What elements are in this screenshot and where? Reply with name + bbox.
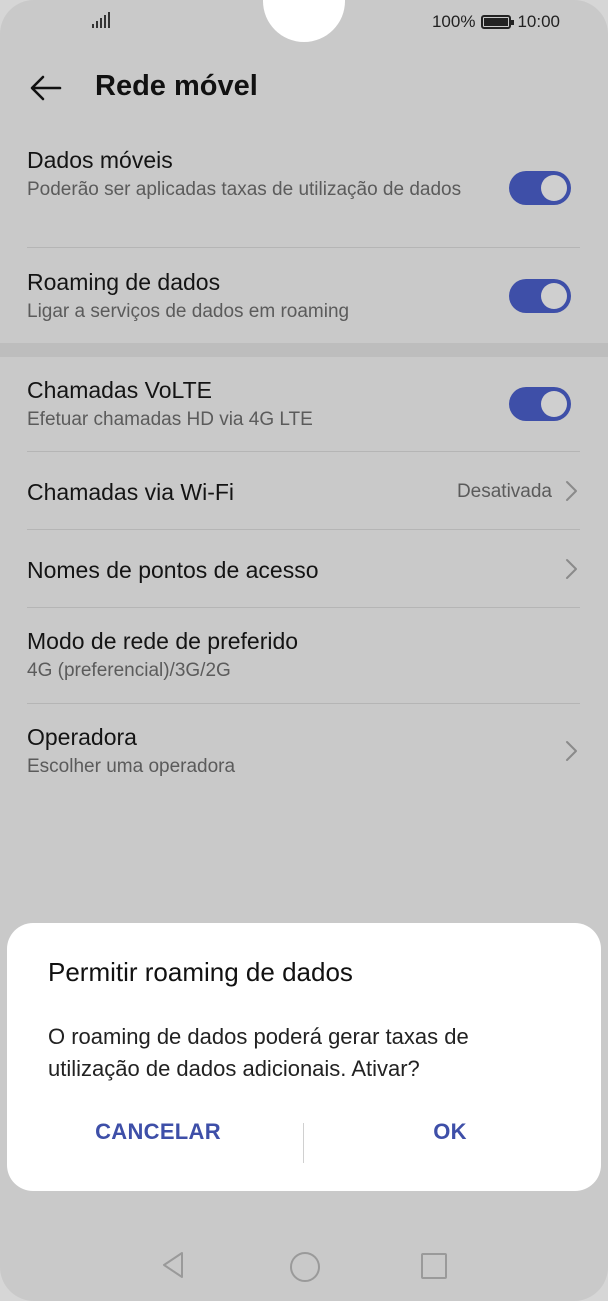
setting-network-mode[interactable]: Modo de rede de preferido 4G (preferenci… [27,626,580,684]
setting-title: Operadora [27,724,137,750]
ok-button[interactable]: OK [350,1119,550,1145]
volte-toggle[interactable] [509,387,571,421]
setting-data-roaming[interactable]: Roaming de dados Ligar a serviços de dad… [27,267,580,325]
nav-recents-icon[interactable] [421,1253,447,1279]
setting-title: Modo de rede de preferido [27,628,299,654]
divider [27,607,580,608]
setting-title: Roaming de dados [27,269,221,295]
signal-icon [92,12,112,28]
data-roaming-toggle[interactable] [509,279,571,313]
setting-subtitle: Poderão ser aplicadas taxas de utilizaçã… [27,179,462,200]
app-header: Rede móvel [0,58,608,118]
page-title: Rede móvel [95,70,258,102]
divider [27,247,580,248]
divider [27,703,580,704]
roaming-dialog: Permitir roaming de dados O roaming de d… [7,923,601,1191]
toggle-knob [541,283,567,309]
wifi-calling-value: Desativada [456,481,552,502]
section-separator [0,343,608,357]
chevron-right-icon [566,481,577,501]
navigation-bar [0,1240,608,1290]
divider [27,451,580,452]
toggle-knob [541,175,567,201]
setting-subtitle: Ligar a serviços de dados em roaming [27,301,350,322]
status-right: 100% 10:00 [432,12,560,32]
clock: 10:00 [517,12,560,31]
button-separator [303,1123,304,1163]
dialog-title: Permitir roaming de dados [48,957,353,987]
mobile-data-toggle[interactable] [509,171,571,205]
dialog-message: O roaming de dados poderá gerar taxas de… [48,1024,469,1081]
setting-subtitle: 4G (preferencial)/3G/2G [27,660,231,681]
setting-volte[interactable]: Chamadas VoLTE Efetuar chamadas HD via 4… [27,375,580,433]
nav-home-icon[interactable] [290,1252,320,1282]
battery-percent: 100% [431,12,476,31]
setting-apn[interactable]: Nomes de pontos de acesso [27,555,580,585]
battery-icon [481,15,515,29]
setting-operator[interactable]: Operadora Escolher uma operadora [27,722,580,780]
chevron-right-icon [566,741,577,761]
setting-subtitle: Escolher uma operadora [27,756,236,777]
cancel-button[interactable]: CANCELAR [58,1119,258,1145]
phone-screen: 100% 10:00 Rede móvel Dados móveis Poder… [0,0,608,1301]
back-arrow-icon[interactable] [28,70,64,106]
chevron-right-icon [566,559,577,579]
setting-subtitle: Efetuar chamadas HD via 4G LTE [27,409,313,430]
setting-title: Dados móveis [27,147,173,173]
toggle-knob [541,391,567,417]
setting-title: Nomes de pontos de acesso [27,557,319,583]
setting-title: Chamadas VoLTE [27,377,212,403]
setting-mobile-data[interactable]: Dados móveis Poderão ser aplicadas taxas… [27,145,580,203]
divider [27,529,580,530]
nav-back-icon[interactable] [160,1250,186,1280]
camera-notch [263,0,345,42]
status-bar: 100% 10:00 [0,0,608,44]
